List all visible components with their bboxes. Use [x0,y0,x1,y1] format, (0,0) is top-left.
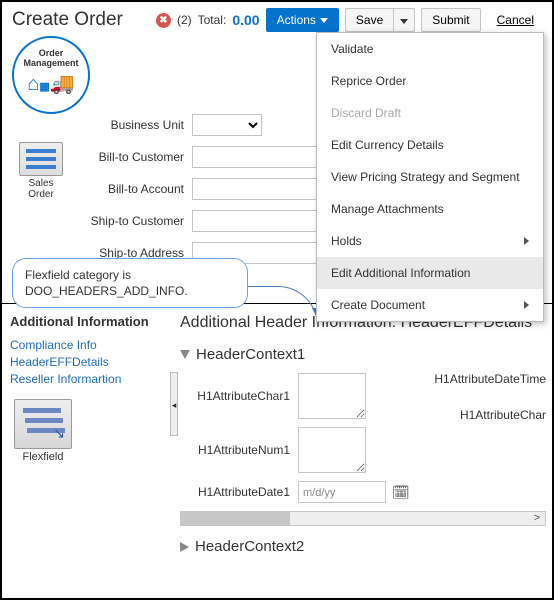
context1-label: HeaderContext1 [196,346,305,363]
attr-char1-input[interactable] [298,373,366,419]
additional-info-pane: Additional Information Compliance Info H… [2,304,552,600]
scroll-right-icon[interactable]: > [529,511,545,526]
chevron-down-icon [400,19,408,24]
attr-date1-input[interactable]: m/d/yy [298,481,386,503]
sales-order-widget: Sales Order [16,142,66,200]
flexfield-label: Flexfield [10,451,76,463]
order-management-badge: Order Management ⌂▦🚚 [12,36,90,114]
context2-label: HeaderContext2 [195,538,304,555]
expand-collapse-icon [180,542,189,552]
menu-holds[interactable]: Holds [317,225,543,257]
error-count: (2) [177,13,192,27]
link-headereffdetails[interactable]: HeaderEFFDetails [10,354,170,371]
sales-order-label: Sales Order [16,178,66,200]
link-reseller-information[interactable]: Reseller Informartion [10,371,170,388]
expand-collapse-icon [180,350,190,359]
bill-to-customer-label: Bill-to Customer [86,150,192,164]
flexfield-icon: ↘ [14,399,72,449]
attr-datetime-label: H1AttributeDateTime [434,372,546,386]
menu-discard-draft: Discard Draft [317,97,543,129]
offscreen-attr-labels: H1AttributeDateTime H1AttributeChar [434,372,546,444]
flexfield-callout: Flexfield category is DOO_HEADERS_ADD_IN… [12,258,248,308]
attr-char-label: H1AttributeChar [434,408,546,422]
header-bar: Create Order ✖ (2) Total: 0.00 Actions S… [2,2,552,36]
document-icon [19,142,63,176]
business-unit-select[interactable] [192,114,262,136]
collapse-handle[interactable]: ◂ [170,372,178,436]
menu-validate[interactable]: Validate [317,33,543,65]
menu-manage-attachments[interactable]: Manage Attachments [317,193,543,225]
additional-header-main: Additional Header Information: HeaderEFF… [180,314,546,596]
actions-button-label: Actions [277,13,316,27]
actions-menu: Validate Reprice Order Discard Draft Edi… [316,32,544,322]
menu-edit-currency[interactable]: Edit Currency Details [317,129,543,161]
menu-edit-additional-info[interactable]: Edit Additional Information [317,257,543,289]
business-unit-label: Business Unit [86,118,192,132]
header-context2[interactable]: HeaderContext2 [180,538,546,555]
save-menu-button[interactable] [393,8,415,32]
save-split-button: Save [345,8,415,32]
save-button[interactable]: Save [345,8,393,32]
additional-info-sidebar: Additional Information Compliance Info H… [10,314,170,463]
header-context1[interactable]: HeaderContext1 [180,346,546,363]
menu-view-pricing[interactable]: View Pricing Strategy and Segment [317,161,543,193]
sidebar-heading: Additional Information [10,314,170,329]
attr-num1-input[interactable] [298,427,366,473]
attr-char1-label: H1AttributeChar1 [180,389,298,403]
calendar-icon[interactable]: 🗓 [392,484,410,501]
submit-button[interactable]: Submit [421,8,480,32]
menu-reprice-order[interactable]: Reprice Order [317,65,543,97]
total-label: Total: [198,13,227,27]
menu-create-document[interactable]: Create Document [317,289,543,321]
actions-button[interactable]: Actions [266,8,339,32]
flexfield-widget: ↘ Flexfield [10,399,76,463]
total-value: 0.00 [232,12,259,28]
error-icon[interactable]: ✖ [156,13,171,28]
page-title: Create Order [12,9,150,31]
chevron-right-icon [524,301,529,309]
link-compliance-info[interactable]: Compliance Info [10,337,170,354]
cancel-button[interactable]: Cancel [487,9,544,31]
chevron-down-icon [320,18,328,23]
bill-to-account-label: Bill-to Account [86,182,192,196]
ship-to-customer-label: Ship-to Customer [86,214,192,228]
order-management-icon: ⌂▦🚚 [14,74,88,94]
attr-num1-label: H1AttributeNum1 [180,443,298,457]
create-order-pane: Create Order ✖ (2) Total: 0.00 Actions S… [2,2,552,304]
attr-date1-label: H1AttributeDate1 [180,485,298,499]
scrollbar-thumb[interactable] [181,512,290,525]
callout-arrow [248,286,318,326]
chevron-right-icon [524,237,529,245]
horizontal-scrollbar[interactable]: < > [180,511,546,526]
order-management-label: Order Management [14,48,88,68]
